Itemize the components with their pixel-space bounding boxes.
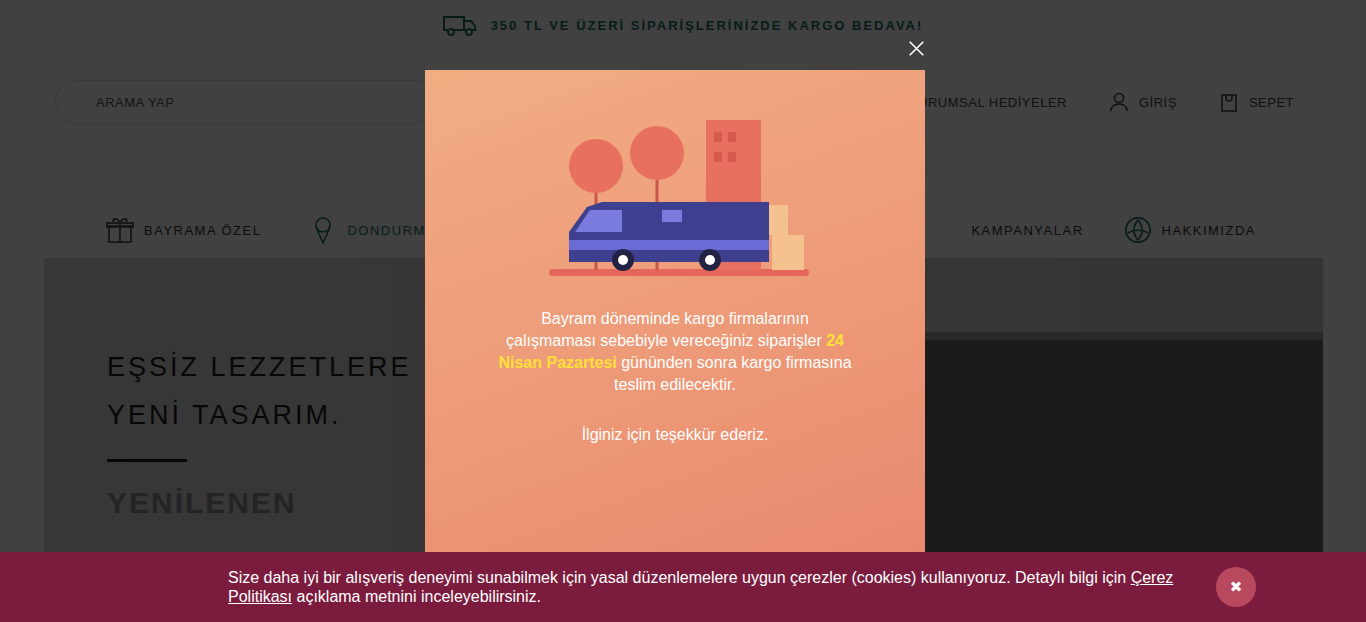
cookie-bar: Size daha iyi bir alışveriş deneyimi sun…	[0, 552, 1366, 622]
cookie-text: Size daha iyi bir alışveriş deneyimi sun…	[228, 568, 1196, 606]
delivery-date: 24 Nisan Pazartesi	[498, 332, 844, 371]
close-icon[interactable]	[908, 40, 925, 57]
shipping-modal: Bayram döneminde kargo firmalarının çalı…	[425, 70, 925, 622]
cookie-policy-link[interactable]: Çerez Politikası	[228, 569, 1173, 605]
modal-thanks: İlginiz için teşekkür ederiz.	[495, 424, 855, 446]
modal-message: Bayram döneminde kargo firmalarının çalı…	[495, 308, 855, 396]
cookie-close-button[interactable]: ✖	[1216, 567, 1256, 607]
delivery-van-icon	[542, 112, 812, 282]
